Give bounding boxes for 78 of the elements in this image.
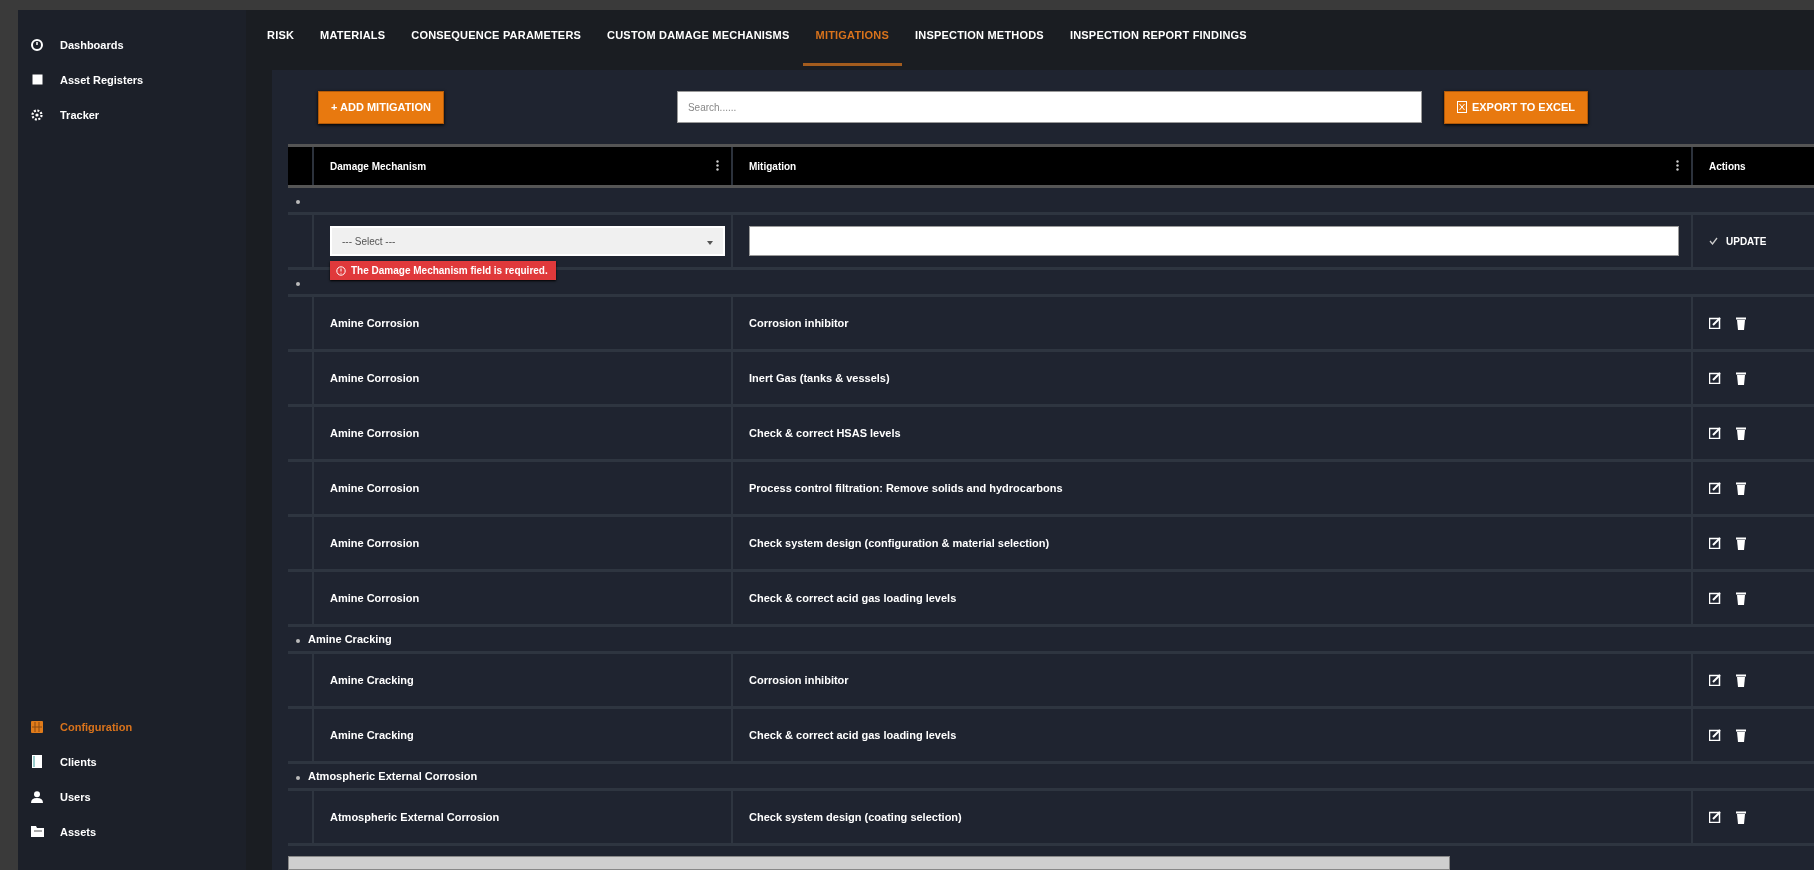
sidebar-item[interactable]: Dashboards <box>60 38 124 51</box>
tab[interactable]: MATERIALS <box>307 10 399 66</box>
edit-icon[interactable] <box>1709 482 1722 494</box>
edit-icon[interactable] <box>1709 674 1722 686</box>
trash-icon[interactable] <box>1736 536 1746 550</box>
square-icon <box>31 74 43 85</box>
column-menu-icon[interactable] <box>716 159 719 173</box>
gear-icon <box>31 108 43 121</box>
tab[interactable]: MITIGATIONS <box>802 10 902 66</box>
table-cell: Amine Corrosion <box>313 515 732 571</box>
tab[interactable]: RISK <box>254 10 308 66</box>
edit-icon[interactable] <box>1709 729 1722 741</box>
trash-icon[interactable] <box>1736 673 1746 687</box>
table-cell: Amine Corrosion <box>313 350 732 406</box>
collapse-icon[interactable] <box>296 282 300 286</box>
table-cell: Atmospheric External Corrosion <box>313 789 732 845</box>
update-button[interactable]: UPDATE <box>1709 235 1767 247</box>
dashboard-icon <box>31 38 43 51</box>
document-icon <box>32 755 42 768</box>
tab[interactable]: INSPECTION METHODS <box>902 10 1057 66</box>
trash-icon[interactable] <box>1736 316 1746 330</box>
checkmark-icon <box>1709 237 1718 245</box>
table-cell: Corrosion inhibitor <box>732 295 1692 351</box>
tab[interactable]: CONSEQUENCE PARAMETERS <box>398 10 595 66</box>
edit-icon[interactable] <box>1709 427 1722 439</box>
tab[interactable]: INSPECTION REPORT FINDINGS <box>1056 10 1260 66</box>
group-label: Atmospheric External Corrosion <box>308 770 478 782</box>
trash-icon[interactable] <box>1736 810 1746 824</box>
spreadsheet-icon <box>1456 101 1467 113</box>
horizontal-scrollbar[interactable] <box>288 856 1450 870</box>
trash-icon[interactable] <box>1736 728 1746 742</box>
table-cell: Amine Corrosion <box>313 405 732 461</box>
mitigation-input[interactable] <box>749 226 1679 256</box>
column-header[interactable]: Damage Mechanism <box>330 160 427 172</box>
damage-mechanism-dropdown[interactable]: --- Select --- <box>330 226 725 256</box>
table-cell: Amine Cracking <box>313 707 732 763</box>
edit-icon[interactable] <box>1709 317 1722 329</box>
sidebar-item[interactable]: Asset Registers <box>60 73 144 86</box>
tab[interactable]: CUSTOM DAMAGE MECHANISMS <box>594 10 803 66</box>
validation-error: The Damage Mechanism field is required. <box>330 261 556 280</box>
error-icon <box>336 265 346 276</box>
table-cell: Amine Corrosion <box>313 570 732 626</box>
dropdown-arrow-icon <box>707 240 713 245</box>
sidebar-item[interactable]: Assets <box>60 825 97 838</box>
sidebar-item[interactable]: Users <box>60 790 91 803</box>
table-cell: Inert Gas (tanks & vessels) <box>732 350 1692 406</box>
search-field[interactable]: Search...... <box>676 91 1422 123</box>
grid-icon <box>31 720 43 733</box>
column-header[interactable]: Actions <box>1709 160 1746 172</box>
sidebar-item[interactable]: Clients <box>60 755 97 768</box>
folder-icon <box>30 826 44 837</box>
table-cell: Corrosion inhibitor <box>732 652 1692 708</box>
table-cell: Check & correct HSAS levels <box>732 405 1692 461</box>
collapse-icon[interactable] <box>296 776 300 780</box>
table-cell: Check system design (configuration & material selection) <box>732 515 1692 571</box>
collapse-icon[interactable] <box>296 639 300 643</box>
table-cell: Check & correct acid gas loading levels <box>732 570 1692 626</box>
edit-icon[interactable] <box>1709 592 1722 604</box>
table-cell: Amine Corrosion <box>313 460 732 516</box>
sidebar-item[interactable]: Configuration <box>60 720 133 733</box>
table-cell: Amine Corrosion <box>313 295 732 351</box>
group-label: Amine Cracking <box>308 633 392 645</box>
trash-icon[interactable] <box>1736 591 1746 605</box>
edit-icon[interactable] <box>1709 811 1722 823</box>
sidebar-item[interactable]: Tracker <box>60 108 100 121</box>
table-cell: Process control filtration: Remove solids and hydrocarbons <box>732 460 1692 516</box>
trash-icon[interactable] <box>1736 481 1746 495</box>
edit-icon[interactable] <box>1709 537 1722 549</box>
table-cell: Check system design (coating selection) <box>732 789 1692 845</box>
edit-icon[interactable] <box>1709 372 1722 384</box>
table-cell: Amine Cracking <box>313 652 732 708</box>
trash-icon[interactable] <box>1736 426 1746 440</box>
user-icon <box>31 790 43 803</box>
table-cell: Check & correct acid gas loading levels <box>732 707 1692 763</box>
collapse-icon[interactable] <box>296 200 300 204</box>
trash-icon[interactable] <box>1736 371 1746 385</box>
column-menu-icon[interactable] <box>1676 159 1679 173</box>
column-header[interactable]: Mitigation <box>749 160 797 172</box>
